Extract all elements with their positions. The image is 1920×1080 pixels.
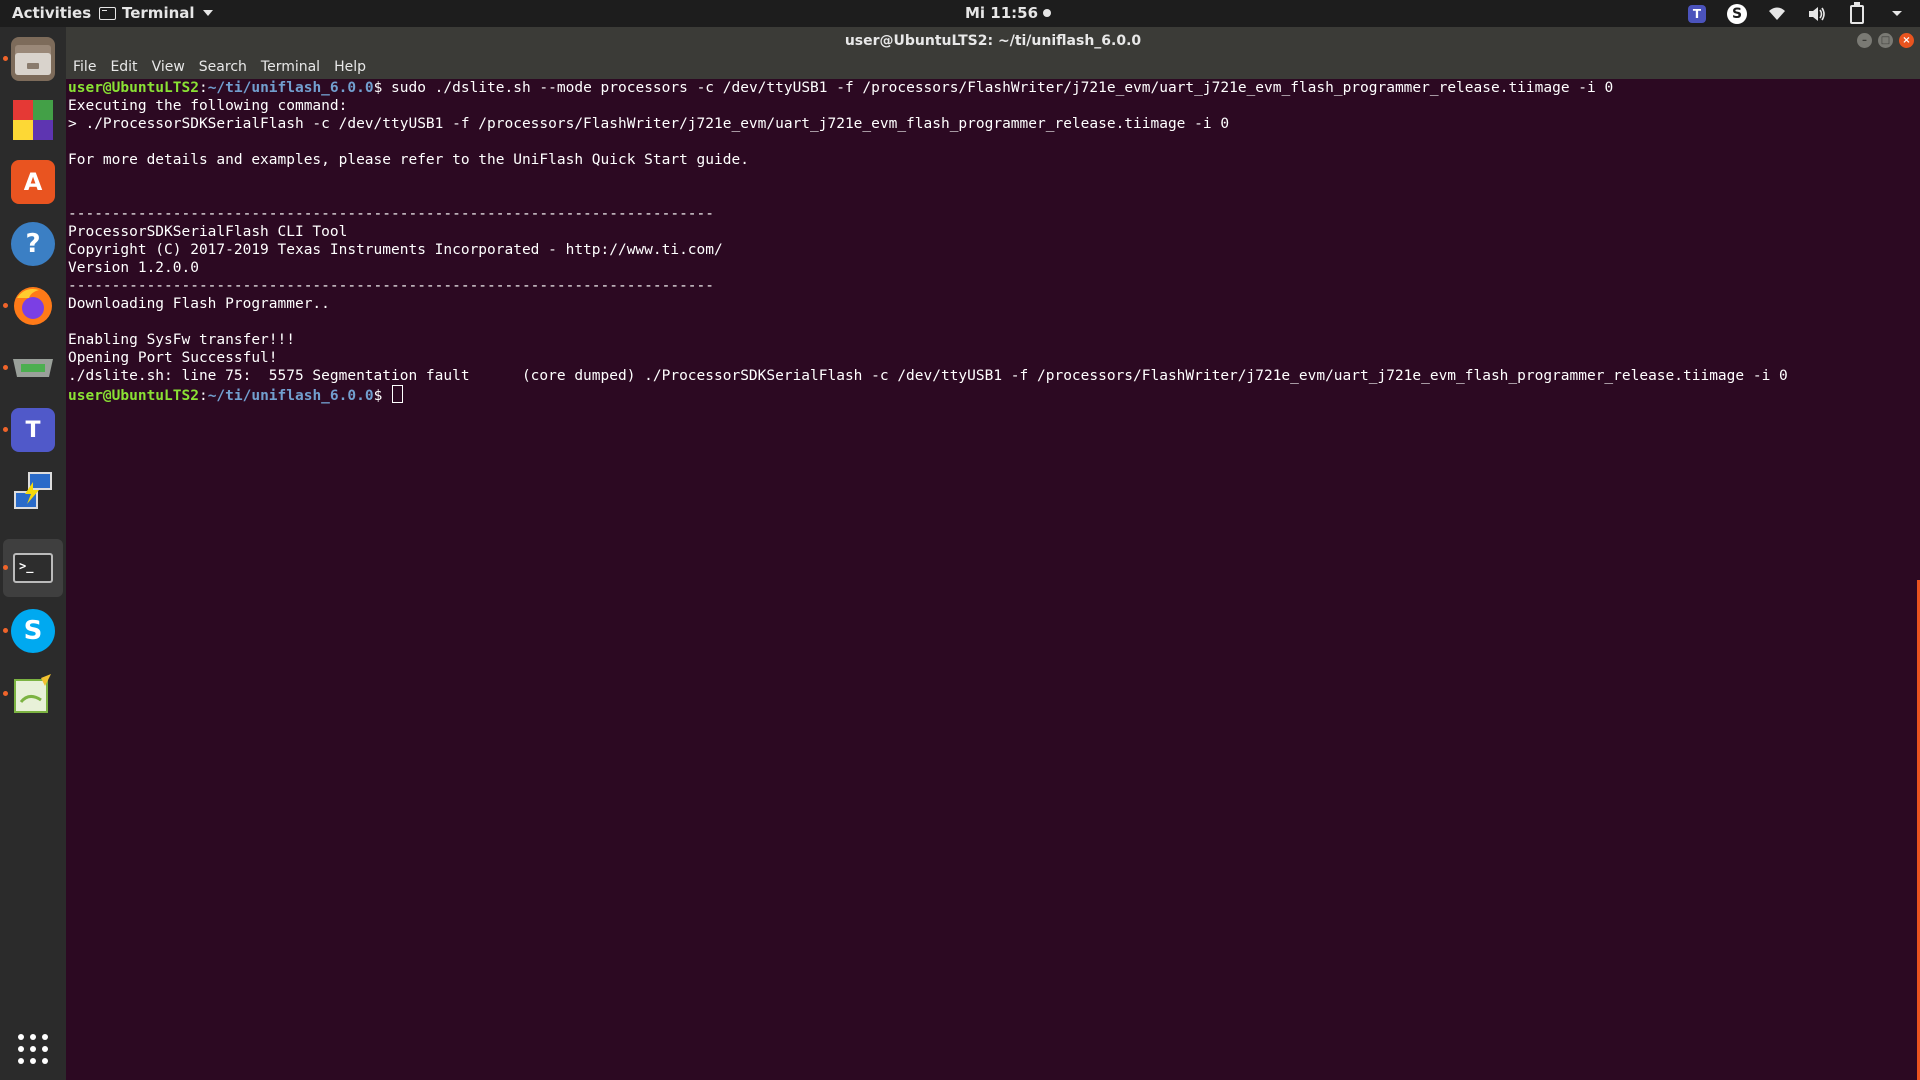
output-line: ./dslite.sh: line 75: 5575 Segmentation … — [68, 368, 1788, 384]
prompt-path: ~/ti/uniflash_6.0.0 — [207, 388, 374, 404]
prompt-user: user@UbuntuLTS2 — [68, 80, 199, 96]
output-line: Copyright (C) 2017-2019 Texas Instrument… — [68, 242, 723, 258]
output-line: ----------------------------------------… — [68, 278, 715, 294]
dock-serial-device[interactable] — [3, 339, 63, 397]
prompt-end: $ — [373, 80, 392, 96]
output-line: Executing the following command: — [68, 98, 348, 114]
show-applications-button[interactable] — [3, 1020, 63, 1078]
dock-text-editor[interactable] — [3, 665, 63, 723]
dock-firefox[interactable] — [3, 277, 63, 335]
top-bar: Activities Terminal Mi 11:56 T S — [0, 0, 1920, 27]
running-indicator — [3, 56, 8, 61]
caret-down-icon — [202, 10, 213, 16]
serial-device-icon — [11, 346, 55, 390]
menu-view[interactable]: View — [145, 59, 192, 75]
text-editor-icon — [11, 672, 55, 716]
dock: A ? T >_ S — [0, 27, 66, 1080]
help-icon: ? — [11, 222, 55, 266]
skype-icon: S — [11, 609, 55, 653]
command-text: sudo ./dslite.sh --mode processors -c /d… — [391, 80, 1614, 96]
prompt-path: ~/ti/uniflash_6.0.0 — [207, 80, 374, 96]
app-menu-label: Terminal — [122, 4, 195, 22]
menubar: File Edit View Search Terminal Help — [66, 55, 1920, 79]
menu-file[interactable]: File — [66, 59, 103, 75]
chevron-down-icon[interactable] — [1886, 3, 1908, 25]
dock-files[interactable] — [3, 30, 63, 88]
menu-edit[interactable]: Edit — [103, 59, 144, 75]
window-title: user@UbuntuLTS2: ~/ti/uniflash_6.0.0 — [844, 33, 1142, 49]
output-line: Version 1.2.0.0 — [68, 260, 199, 276]
volume-icon[interactable] — [1806, 3, 1828, 25]
output-line: Enabling SysFw transfer!!! — [68, 332, 295, 348]
dock-colorful-app[interactable] — [3, 91, 63, 149]
notification-dot-icon — [1043, 9, 1052, 17]
teams-icon[interactable]: T — [1686, 3, 1708, 25]
remote-desktop-icon — [11, 470, 55, 514]
teams-icon: T — [11, 408, 55, 452]
menu-terminal[interactable]: Terminal — [254, 59, 327, 75]
running-indicator — [3, 628, 8, 633]
terminal-output[interactable]: user@UbuntuLTS2:~/ti/uniflash_6.0.0$ sud… — [66, 79, 1912, 1080]
prompt-user: user@UbuntuLTS2 — [68, 388, 199, 404]
window-titlebar[interactable]: user@UbuntuLTS2: ~/ti/uniflash_6.0.0 – □… — [66, 27, 1920, 55]
terminal-icon — [99, 6, 116, 20]
grid-icon — [18, 1034, 48, 1064]
menu-search[interactable]: Search — [192, 59, 254, 75]
dock-help[interactable]: ? — [3, 215, 63, 273]
app-menu[interactable]: Terminal — [99, 4, 213, 22]
terminal-icon: >_ — [13, 553, 53, 583]
dock-skype[interactable]: S — [3, 602, 63, 660]
firefox-icon — [11, 284, 55, 328]
running-indicator — [3, 691, 8, 696]
dock-software-center[interactable]: A — [3, 153, 63, 211]
running-indicator — [3, 365, 8, 370]
running-indicator — [3, 565, 8, 570]
clock[interactable]: Mi 11:56 — [965, 4, 1052, 22]
output-line: ----------------------------------------… — [68, 206, 715, 222]
clock-label: Mi 11:56 — [965, 4, 1039, 22]
skype-icon[interactable]: S — [1726, 3, 1748, 25]
dock-teams[interactable]: T — [3, 401, 63, 459]
activities-button[interactable]: Activities — [12, 4, 91, 22]
menu-help[interactable]: Help — [327, 59, 373, 75]
output-line: For more details and examples, please re… — [68, 152, 749, 168]
colorful-app-icon — [11, 98, 55, 142]
wifi-icon[interactable] — [1766, 3, 1788, 25]
output-line: Downloading Flash Programmer.. — [68, 296, 330, 312]
output-line: ProcessorSDKSerialFlash CLI Tool — [68, 224, 348, 240]
prompt-line[interactable]: user@UbuntuLTS2:~/ti/uniflash_6.0.0$ — [68, 385, 1912, 404]
output-line: > ./ProcessorSDKSerialFlash -c /dev/ttyU… — [68, 116, 1230, 132]
prompt-separator: : — [198, 388, 208, 404]
output-line: Opening Port Successful! — [68, 350, 278, 366]
command-line: user@UbuntuLTS2:~/ti/uniflash_6.0.0$ sud… — [68, 79, 1912, 97]
dock-terminal[interactable]: >_ — [3, 539, 63, 597]
text-cursor — [392, 385, 404, 403]
battery-icon[interactable] — [1846, 1, 1868, 25]
close-button[interactable]: × — [1899, 33, 1914, 48]
dock-remote-desktop[interactable] — [3, 463, 63, 521]
files-icon — [11, 37, 55, 81]
running-indicator — [3, 427, 8, 432]
software-center-icon: A — [11, 160, 55, 204]
minimize-button[interactable]: – — [1857, 33, 1872, 48]
running-indicator — [3, 303, 8, 308]
prompt-end: $ — [373, 388, 392, 404]
window-controls: – □ × — [1857, 33, 1914, 48]
maximize-button[interactable]: □ — [1878, 33, 1893, 48]
system-tray: T S — [1686, 1, 1908, 25]
prompt-separator: : — [198, 80, 208, 96]
